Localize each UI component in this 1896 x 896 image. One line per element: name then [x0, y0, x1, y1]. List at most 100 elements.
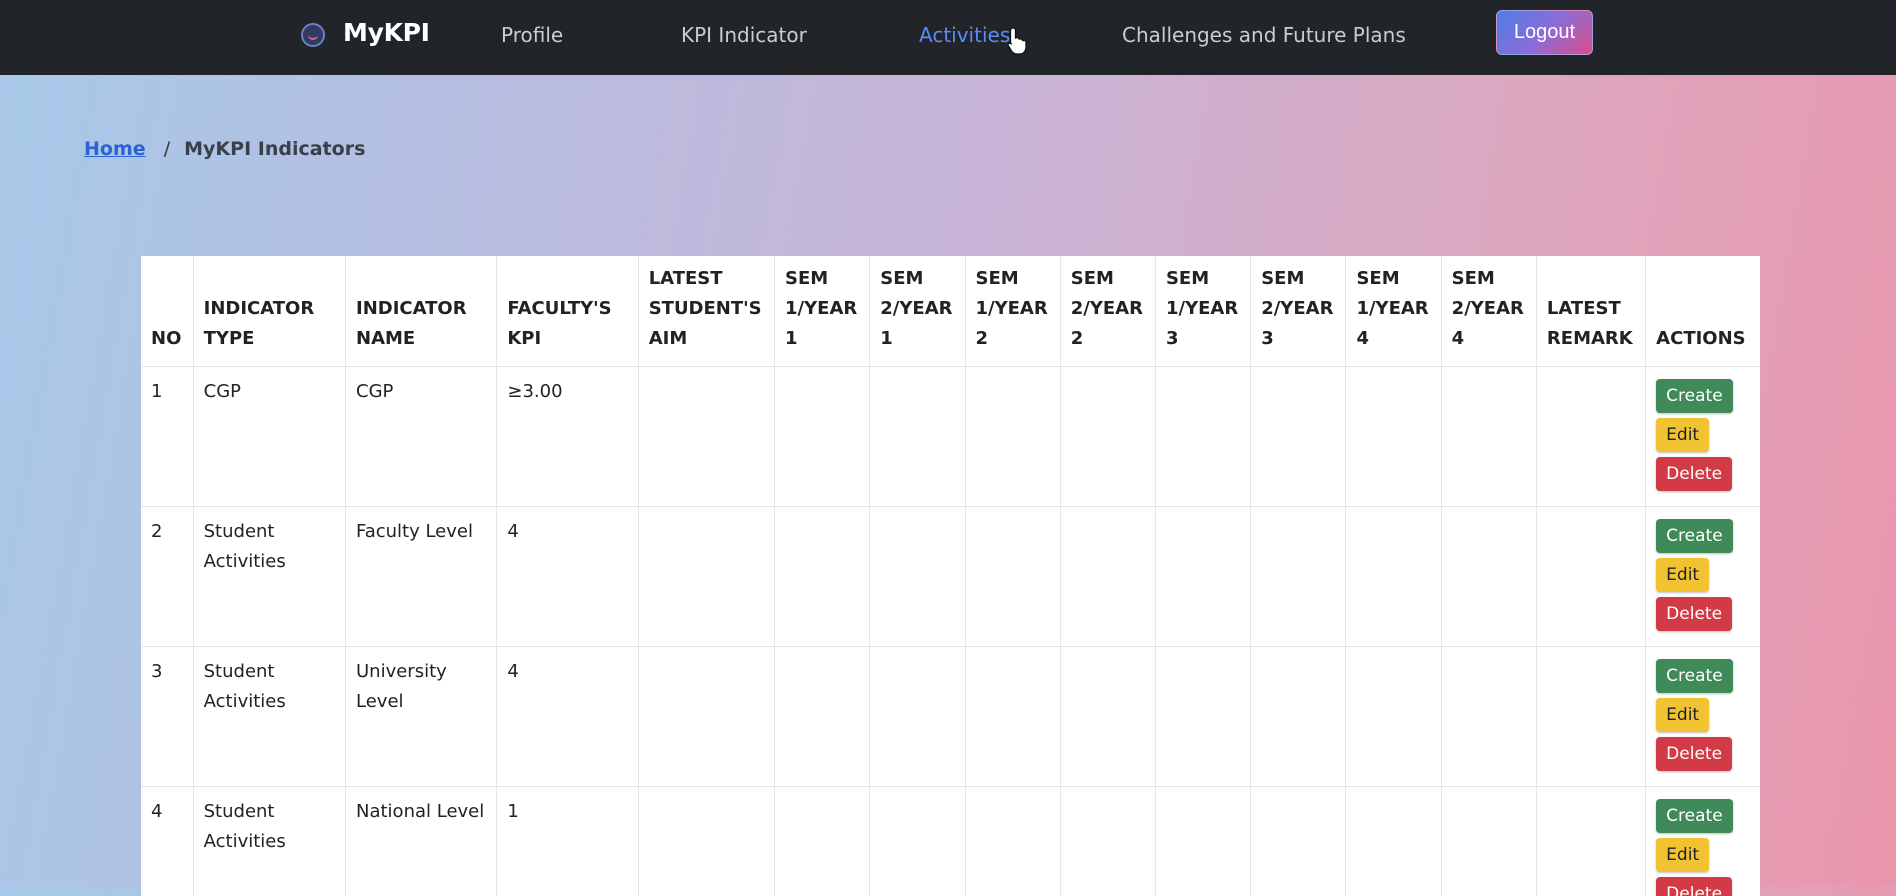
actions-cell: Create Edit Delete — [1646, 367, 1760, 507]
row-number-cell: 2 — [141, 507, 193, 647]
empty-cell — [1441, 367, 1536, 507]
breadcrumb-separator: / — [164, 138, 170, 160]
empty-cell — [775, 507, 870, 647]
kpi-indicators-table: NOINDICATOR TYPEINDICATOR NAMEFACULTY'S … — [141, 256, 1760, 896]
top-navbar: MyKPI Profile KPI Indicator Activities C… — [0, 0, 1896, 75]
column-header: FACULTY'S KPI — [497, 256, 638, 367]
create-button[interactable]: Create — [1656, 519, 1733, 553]
faculty-kpi-cell: 4 — [497, 647, 638, 787]
empty-cell — [1251, 647, 1346, 787]
empty-cell — [1346, 647, 1441, 787]
column-header: SEM 1/YEAR 3 — [1155, 256, 1250, 367]
empty-cell — [1060, 787, 1155, 896]
create-button[interactable]: Create — [1656, 379, 1733, 413]
indicator-name-cell: National Level — [346, 787, 497, 896]
indicator-name-cell: Faculty Level — [346, 507, 497, 647]
column-header: SEM 2/YEAR 4 — [1441, 256, 1536, 367]
empty-cell — [1536, 507, 1645, 647]
empty-cell — [965, 367, 1060, 507]
row-number-cell: 3 — [141, 647, 193, 787]
empty-cell — [1060, 367, 1155, 507]
empty-cell — [1060, 507, 1155, 647]
create-button[interactable]: Create — [1656, 799, 1733, 833]
empty-cell — [1251, 507, 1346, 647]
empty-cell — [1536, 647, 1645, 787]
column-header: LATEST STUDENT'S AIM — [638, 256, 774, 367]
table-row: 3Student ActivitiesUniversity Level4Crea… — [141, 647, 1760, 787]
empty-cell — [1155, 367, 1250, 507]
brand-title[interactable]: MyKPI — [343, 18, 430, 47]
nav-link-challenges[interactable]: Challenges and Future Plans — [1122, 23, 1406, 47]
delete-button[interactable]: Delete — [1656, 877, 1732, 896]
empty-cell — [1346, 507, 1441, 647]
faculty-kpi-cell: 1 — [497, 787, 638, 896]
edit-button[interactable]: Edit — [1656, 558, 1709, 592]
actions-cell: Create Edit Delete — [1646, 507, 1760, 647]
delete-button[interactable]: Delete — [1656, 597, 1732, 631]
empty-cell — [965, 647, 1060, 787]
faculty-kpi-cell: ≥3.00 — [497, 367, 638, 507]
empty-cell — [965, 507, 1060, 647]
actions-cell: Create Edit Delete — [1646, 647, 1760, 787]
empty-cell — [870, 367, 965, 507]
nav-link-kpi-indicator[interactable]: KPI Indicator — [681, 23, 807, 47]
row-number-cell: 4 — [141, 787, 193, 896]
indicator-name-cell: University Level — [346, 647, 497, 787]
column-header: INDICATOR TYPE — [193, 256, 345, 367]
breadcrumb-home-link[interactable]: Home — [84, 138, 146, 160]
edit-button[interactable]: Edit — [1656, 838, 1709, 872]
faculty-kpi-cell: 4 — [497, 507, 638, 647]
table-header-row: NOINDICATOR TYPEINDICATOR NAMEFACULTY'S … — [141, 256, 1760, 367]
empty-cell — [965, 787, 1060, 896]
column-header: SEM 1/YEAR 1 — [775, 256, 870, 367]
empty-cell — [1441, 787, 1536, 896]
delete-button[interactable]: Delete — [1656, 457, 1732, 491]
empty-cell — [638, 507, 774, 647]
nav-link-activities[interactable]: Activities — [919, 23, 1010, 47]
column-header: SEM 1/YEAR 2 — [965, 256, 1060, 367]
brand-logo-icon — [301, 23, 325, 47]
empty-cell — [1155, 507, 1250, 647]
column-header: LATEST REMARK — [1536, 256, 1645, 367]
table-row: 2Student ActivitiesFaculty Level4 Create E… — [141, 507, 1760, 647]
create-button[interactable]: Create — [1656, 659, 1733, 693]
breadcrumb: Home / MyKPI Indicators — [84, 138, 365, 160]
column-header: SEM 2/YEAR 3 — [1251, 256, 1346, 367]
column-header: ACTIONS — [1646, 256, 1760, 367]
edit-button[interactable]: Edit — [1656, 418, 1709, 452]
edit-button[interactable]: Edit — [1656, 698, 1709, 732]
row-number-cell: 1 — [141, 367, 193, 507]
nav-link-profile[interactable]: Profile — [501, 23, 563, 47]
empty-cell — [870, 647, 965, 787]
empty-cell — [870, 787, 965, 896]
column-header: NO — [141, 256, 193, 367]
breadcrumb-current: MyKPI Indicators — [184, 138, 365, 160]
empty-cell — [1536, 787, 1645, 896]
empty-cell — [1155, 787, 1250, 896]
empty-cell — [775, 367, 870, 507]
empty-cell — [1251, 787, 1346, 896]
logout-button[interactable]: Logout — [1496, 10, 1593, 55]
kpi-table-panel: NOINDICATOR TYPEINDICATOR NAMEFACULTY'S … — [141, 256, 1760, 896]
empty-cell — [638, 647, 774, 787]
actions-cell: Create Edit Delete — [1646, 787, 1760, 896]
column-header: INDICATOR NAME — [346, 256, 497, 367]
indicator-type-cell: Student Activities — [193, 507, 345, 647]
empty-cell — [1060, 647, 1155, 787]
table-row: 1CGPCGP≥3.00CreateEditDelete — [141, 367, 1760, 507]
indicator-type-cell: Student Activities — [193, 787, 345, 896]
delete-button[interactable]: Delete — [1656, 737, 1732, 771]
column-header: SEM 2/YEAR 1 — [870, 256, 965, 367]
empty-cell — [775, 647, 870, 787]
empty-cell — [1441, 507, 1536, 647]
empty-cell — [1536, 367, 1645, 507]
empty-cell — [1346, 367, 1441, 507]
indicator-name-cell: CGP — [346, 367, 497, 507]
column-header: SEM 2/YEAR 2 — [1060, 256, 1155, 367]
empty-cell — [870, 507, 965, 647]
empty-cell — [1441, 647, 1536, 787]
empty-cell — [1155, 647, 1250, 787]
table-row: 4Student ActivitiesNational Level1 Create… — [141, 787, 1760, 896]
indicator-type-cell: CGP — [193, 367, 345, 507]
empty-cell — [638, 367, 774, 507]
